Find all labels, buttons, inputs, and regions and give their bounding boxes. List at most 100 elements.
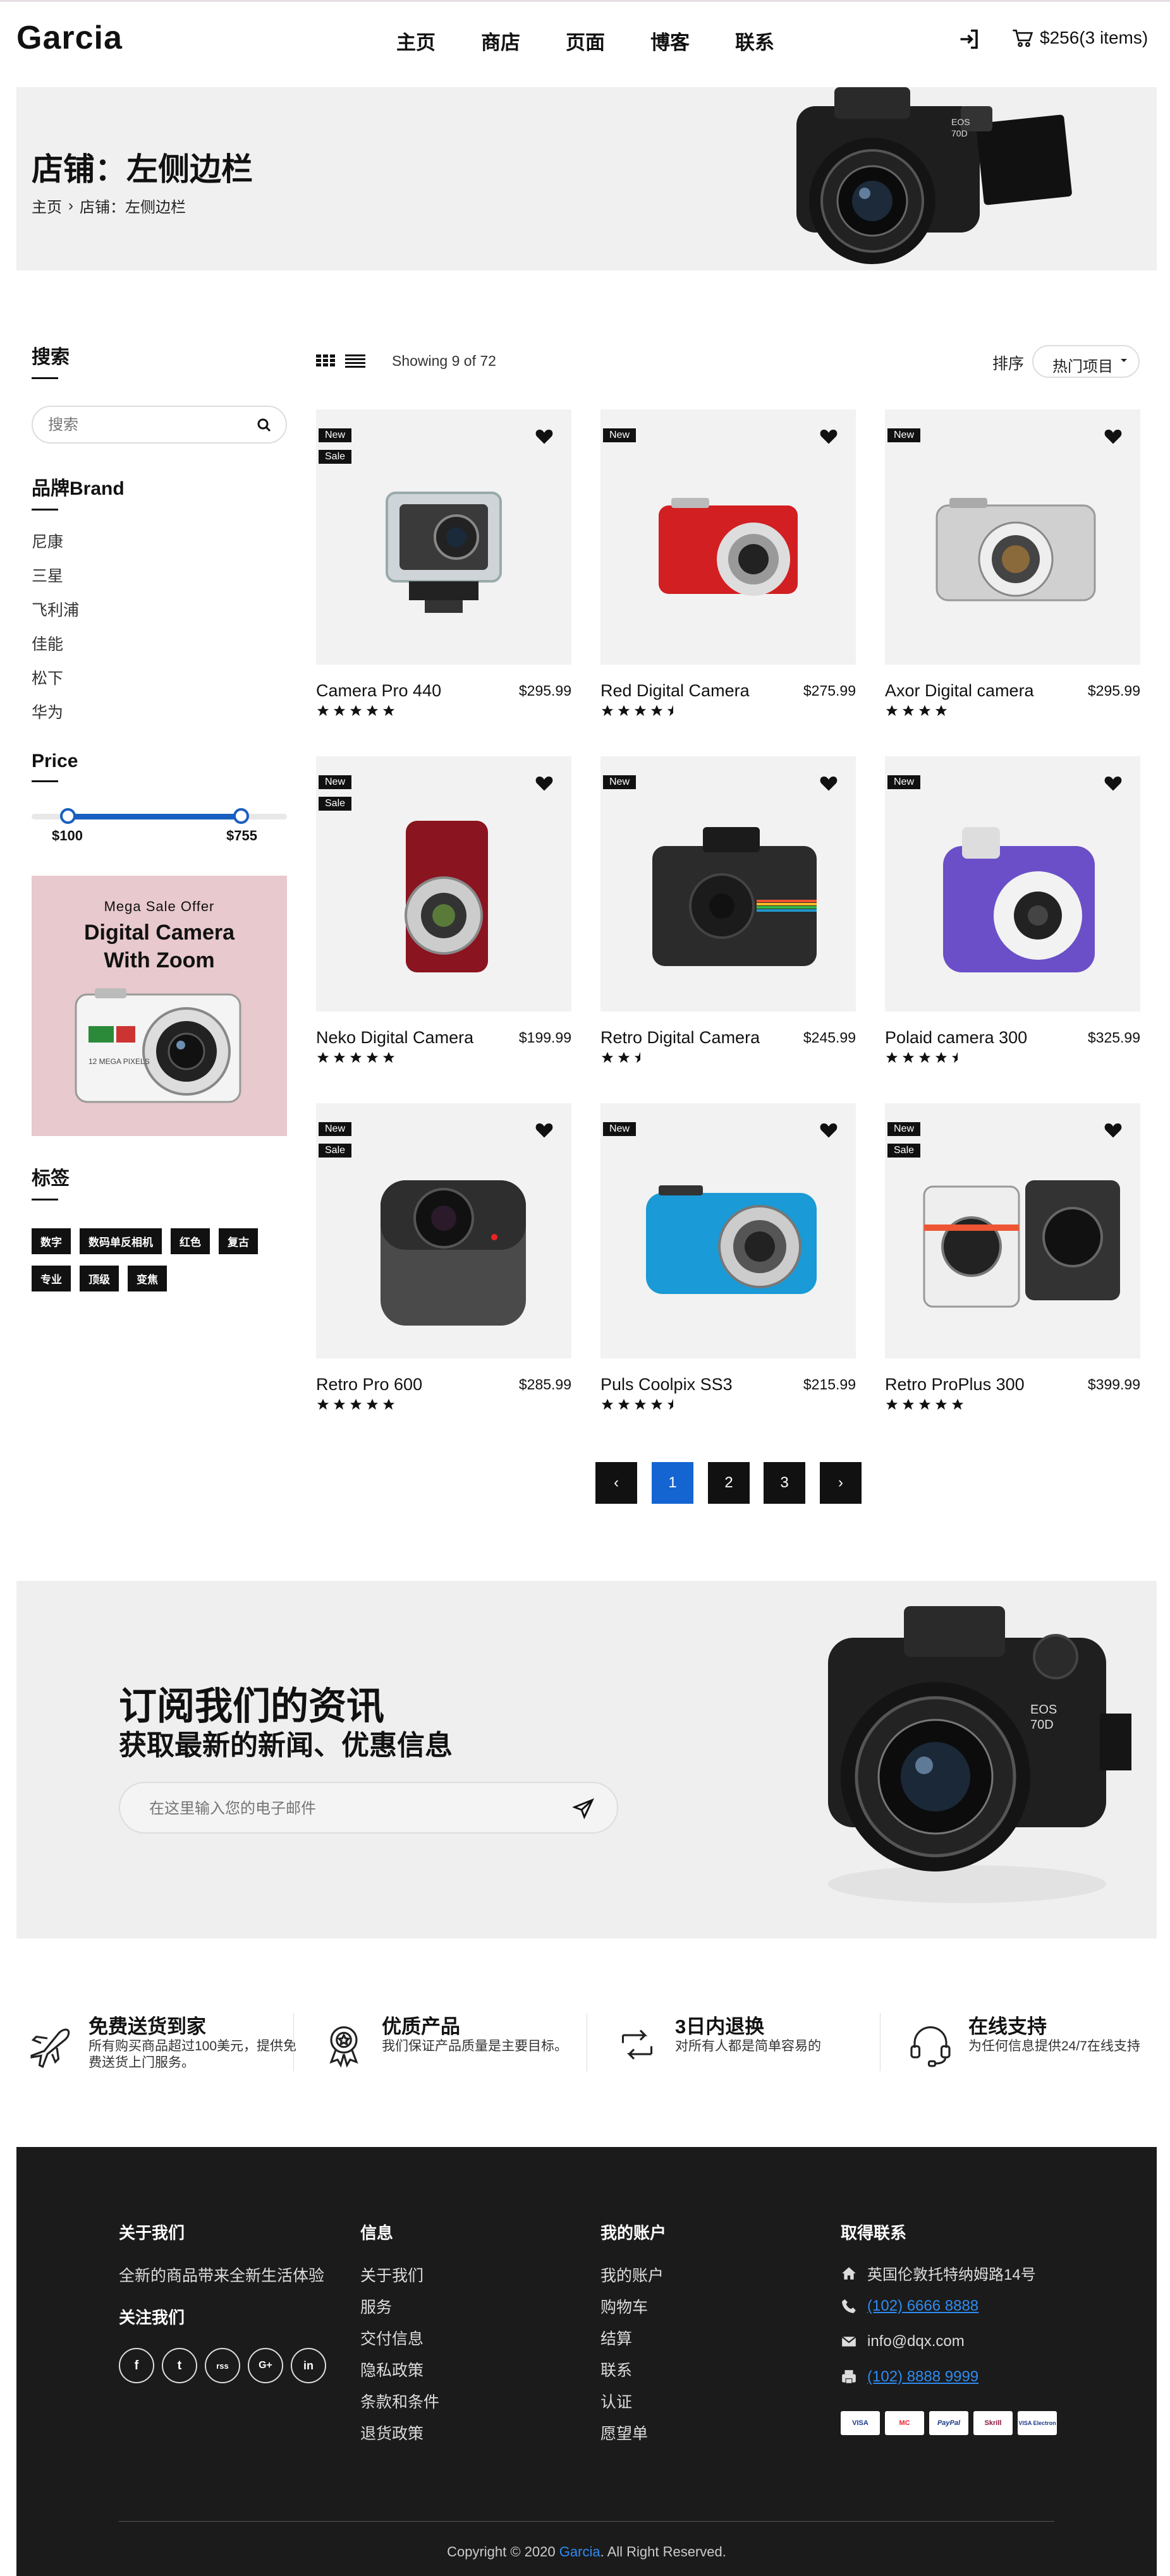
footer-link-delivery[interactable]: 交付信息 xyxy=(360,2326,424,2349)
tag-dslr[interactable]: 数码单反相机 xyxy=(80,1228,162,1254)
rss-icon[interactable]: rss xyxy=(205,2348,240,2383)
tag-pro[interactable]: 专业 xyxy=(32,1266,71,1291)
footer-link-services[interactable]: 服务 xyxy=(360,2295,392,2318)
pagination-page-1[interactable]: 1 xyxy=(652,1462,693,1504)
wishlist-heart-icon[interactable] xyxy=(819,427,838,445)
product-photo xyxy=(386,492,502,613)
brand-item-canon[interactable]: 佳能 xyxy=(32,632,79,666)
pagination-prev[interactable]: ‹ xyxy=(595,1462,637,1504)
price-slider-min-handle[interactable] xyxy=(59,808,76,824)
product-image[interactable]: New Sale xyxy=(316,409,571,665)
footer-link-wishlist[interactable]: 愿望单 xyxy=(600,2421,648,2444)
footer-link-auth[interactable]: 认证 xyxy=(600,2390,632,2412)
brand-item-nikon[interactable]: 尼康 xyxy=(32,529,79,564)
pagination-page-3[interactable]: 3 xyxy=(764,1462,805,1504)
tag-top[interactable]: 顶级 xyxy=(80,1266,119,1291)
footer-link-checkout[interactable]: 结算 xyxy=(600,2326,632,2349)
product-card[interactable]: New Sale Camera Pro 440 $295.99 xyxy=(316,409,571,717)
newsletter-email-input[interactable] xyxy=(149,1798,528,1820)
product-image[interactable]: New xyxy=(885,756,1140,1012)
product-image[interactable]: New xyxy=(600,409,856,665)
brand-item-huawei[interactable]: 华为 xyxy=(32,700,79,734)
tag-red[interactable]: 红色 xyxy=(171,1228,210,1254)
footer-link-privacy[interactable]: 隐私政策 xyxy=(360,2358,424,2381)
wishlist-heart-icon[interactable] xyxy=(819,1121,838,1139)
product-image[interactable]: New xyxy=(600,756,856,1012)
promo-banner[interactable]: Mega Sale Offer Digital Camera With Zoom… xyxy=(32,876,287,1136)
product-card[interactable]: New Puls Coolpix SS3 $215.99 xyxy=(600,1103,856,1410)
product-card[interactable]: New Sale Retro ProPlus 300 $399.99 xyxy=(885,1103,1140,1410)
product-card[interactable]: New Polaid camera 300 $325.99 xyxy=(885,756,1140,1063)
product-name[interactable]: Red Digital Camera xyxy=(600,681,750,701)
product-card[interactable]: New Retro Digital Camera $245.99 xyxy=(600,756,856,1063)
product-card[interactable]: New Red Digital Camera $275.99 xyxy=(600,409,856,717)
footer-link-cart[interactable]: 购物车 xyxy=(600,2295,648,2318)
cart-button[interactable]: $256(3 items) xyxy=(1012,28,1148,48)
product-price: $285.99 xyxy=(518,1376,571,1393)
nav-item-contact[interactable]: 联系 xyxy=(735,27,774,55)
wishlist-heart-icon[interactable] xyxy=(819,774,838,792)
wishlist-heart-icon[interactable] xyxy=(535,427,554,445)
footer-link-account[interactable]: 我的账户 xyxy=(600,2263,664,2286)
footer-link-about[interactable]: 关于我们 xyxy=(360,2263,424,2286)
login-icon[interactable] xyxy=(958,28,980,51)
product-image[interactable]: New xyxy=(600,1103,856,1358)
footer-link-contact[interactable]: 联系 xyxy=(600,2358,632,2381)
wishlist-heart-icon[interactable] xyxy=(1104,427,1123,445)
linkedin-icon[interactable]: in xyxy=(291,2348,326,2383)
nav-item-pages[interactable]: 页面 xyxy=(566,27,605,55)
tag-zoom[interactable]: 变焦 xyxy=(128,1266,167,1291)
grid-view-icon[interactable] xyxy=(316,353,335,369)
product-name[interactable]: Retro Digital Camera xyxy=(600,1028,760,1048)
wishlist-heart-icon[interactable] xyxy=(535,1121,554,1139)
price-slider-max-handle[interactable] xyxy=(233,808,250,824)
brand-item-philips[interactable]: 飞利浦 xyxy=(32,598,79,632)
list-view-icon[interactable] xyxy=(345,353,365,369)
product-image[interactable]: New Sale xyxy=(316,756,571,1012)
product-image[interactable]: New Sale xyxy=(316,1103,571,1358)
site-logo[interactable]: Garcia xyxy=(16,19,123,57)
product-name[interactable]: Retro Pro 600 xyxy=(316,1375,422,1394)
wishlist-heart-icon[interactable] xyxy=(1104,774,1123,792)
product-card[interactable]: New Axor Digital camera $295.99 xyxy=(885,409,1140,717)
price-slider[interactable] xyxy=(32,808,287,824)
nav-item-home[interactable]: 主页 xyxy=(396,27,436,55)
breadcrumb-home[interactable]: 主页 xyxy=(32,195,62,217)
send-icon[interactable] xyxy=(573,1798,594,1820)
product-badge-sale: Sale xyxy=(319,450,352,464)
footer-link-terms[interactable]: 条款和条件 xyxy=(360,2390,439,2412)
tag-digital[interactable]: 数字 xyxy=(32,1228,71,1254)
product-card[interactable]: New Sale Neko Digital Camera $199.99 xyxy=(316,756,571,1063)
pagination-next[interactable]: › xyxy=(820,1462,862,1504)
footer-link-returns[interactable]: 退货政策 xyxy=(360,2421,424,2444)
product-name[interactable]: Polaid camera 300 xyxy=(885,1028,1027,1048)
search-icon[interactable] xyxy=(257,418,272,433)
product-card[interactable]: New Sale Retro Pro 600 $285.99 xyxy=(316,1103,571,1410)
promo-title-line1: Digital Camera xyxy=(83,921,235,945)
pagination-page-2[interactable]: 2 xyxy=(708,1462,750,1504)
contact-phone-link[interactable]: (102) 6666 8888 xyxy=(867,2297,978,2315)
contact-email-text[interactable]: info@dqx.com xyxy=(867,2333,965,2350)
product-name[interactable]: Puls Coolpix SS3 xyxy=(600,1375,733,1394)
product-name[interactable]: Camera Pro 440 xyxy=(316,681,441,701)
product-name[interactable]: Retro ProPlus 300 xyxy=(885,1375,1025,1394)
copyright-brand-link[interactable]: Garcia xyxy=(559,2544,600,2560)
brand-item-samsung[interactable]: 三星 xyxy=(32,564,79,598)
facebook-icon[interactable]: f xyxy=(119,2348,154,2383)
product-image[interactable]: New Sale xyxy=(885,1103,1140,1358)
contact-fax-link[interactable]: (102) 8888 9999 xyxy=(867,2368,978,2386)
product-rating xyxy=(316,1398,396,1412)
nav-item-blog[interactable]: 博客 xyxy=(650,27,690,55)
tag-retro[interactable]: 复古 xyxy=(219,1228,258,1254)
search-input[interactable] xyxy=(48,414,238,436)
nav-item-shop[interactable]: 商店 xyxy=(481,27,520,55)
product-name[interactable]: Neko Digital Camera xyxy=(316,1028,473,1048)
wishlist-heart-icon[interactable] xyxy=(1104,1121,1123,1139)
product-image[interactable]: New xyxy=(885,409,1140,665)
sort-select[interactable]: 热门项目 xyxy=(1032,345,1140,378)
product-name[interactable]: Axor Digital camera xyxy=(885,681,1034,701)
brand-item-panasonic[interactable]: 松下 xyxy=(32,666,79,700)
wishlist-heart-icon[interactable] xyxy=(535,774,554,792)
google-plus-icon[interactable]: G+ xyxy=(248,2348,283,2383)
twitter-icon[interactable]: t xyxy=(162,2348,197,2383)
